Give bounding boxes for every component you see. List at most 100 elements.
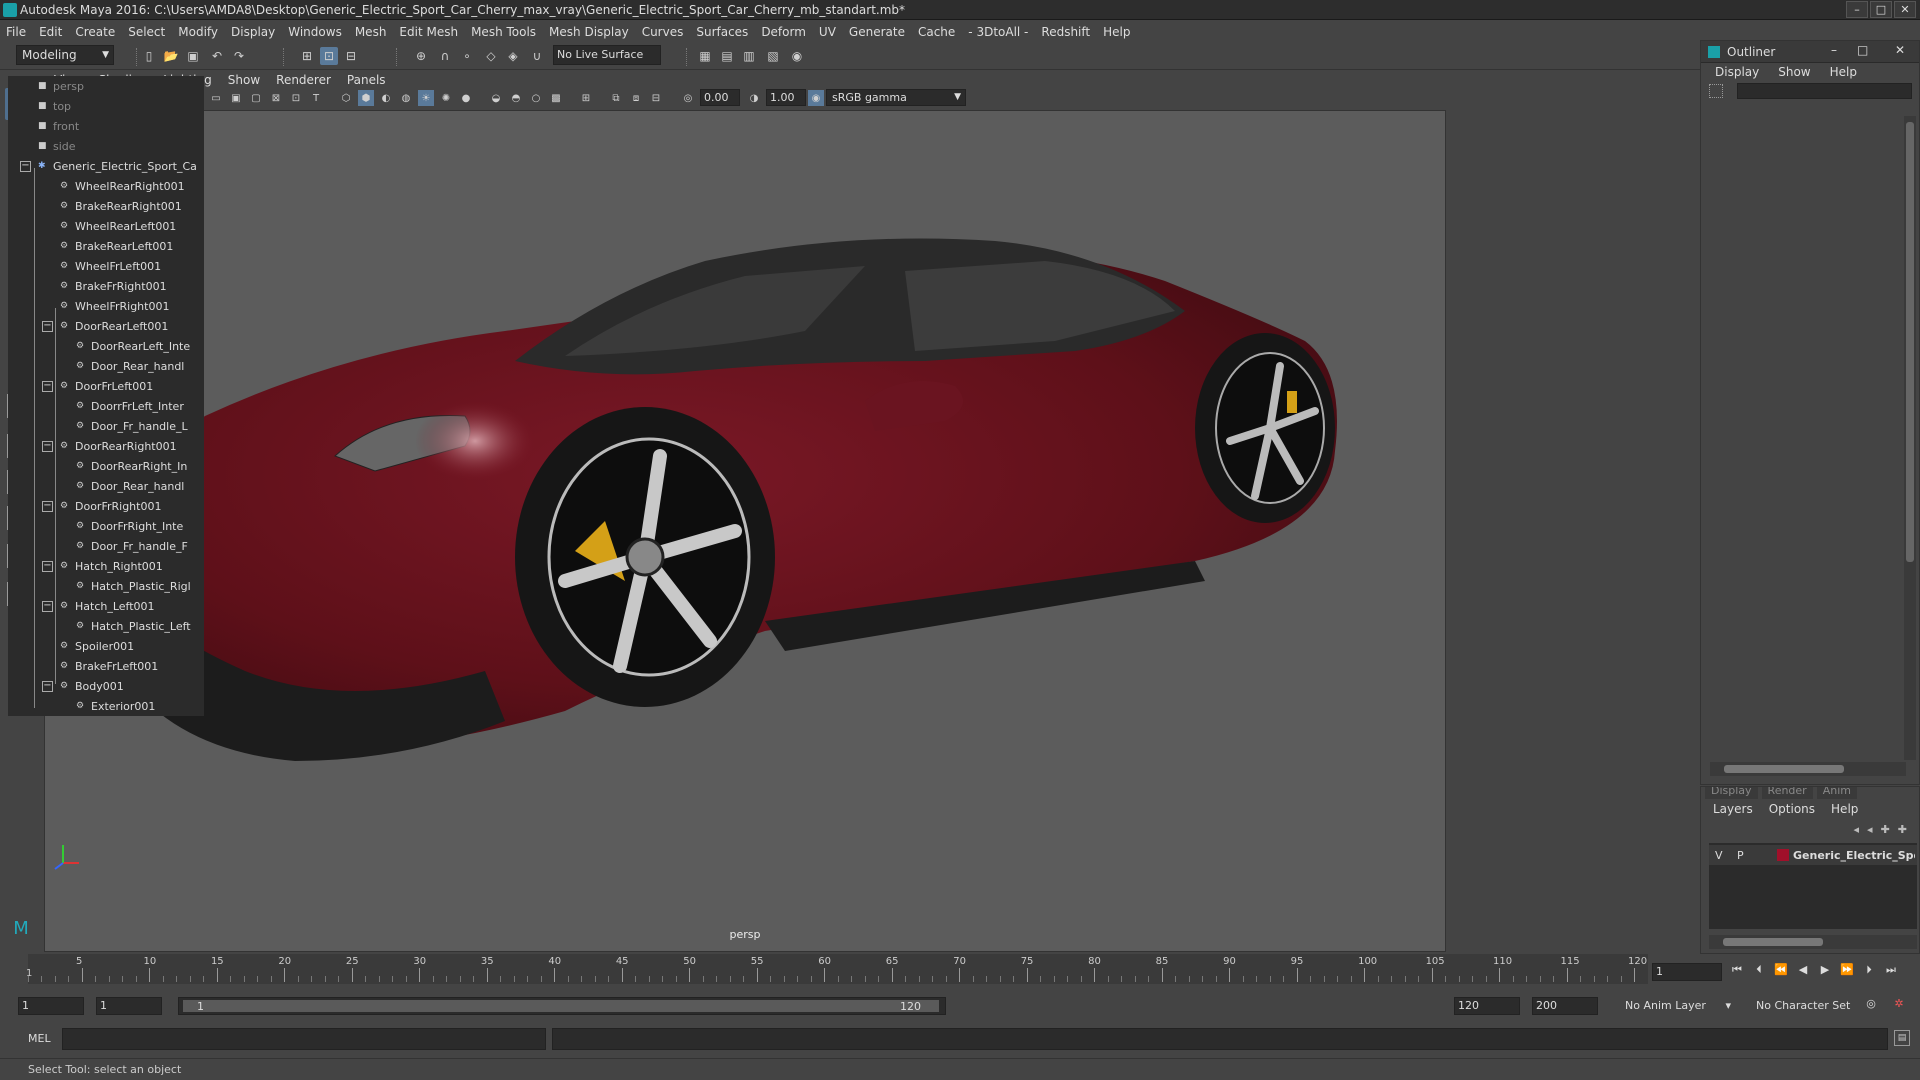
- outliner-minimize-button[interactable]: –: [1831, 43, 1837, 57]
- menu-redshift[interactable]: Redshift: [1041, 25, 1090, 39]
- safe-action-icon[interactable]: ⊡: [288, 90, 304, 106]
- outliner-item[interactable]: ⚙ WheelRearRight001: [8, 176, 204, 196]
- open-scene-icon[interactable]: 📂: [162, 47, 180, 65]
- move-layer-up-icon[interactable]: ◂: [1854, 823, 1860, 836]
- snap-curve-icon[interactable]: ∩: [436, 47, 454, 65]
- outliner-menu-show[interactable]: Show: [1778, 65, 1810, 79]
- menu-uv[interactable]: UV: [819, 25, 836, 39]
- field-chart-icon[interactable]: ⊠: [268, 90, 284, 106]
- command-input[interactable]: [62, 1028, 546, 1050]
- outliner-item[interactable]: ⚙ DoorrFrLeft_Inter: [8, 396, 204, 416]
- collapse-toggle-icon[interactable]: −: [42, 501, 53, 512]
- play-backwards-icon[interactable]: ◀: [1794, 963, 1812, 979]
- save-scene-icon[interactable]: ▣: [184, 47, 202, 65]
- select-component-icon[interactable]: ⊟: [342, 47, 360, 65]
- outliner-item[interactable]: ⚙ BrakeFrRight001: [8, 276, 204, 296]
- outliner-item[interactable]: ■ top: [8, 96, 204, 116]
- outliner-item[interactable]: − ⚙ DoorRearRight001: [8, 436, 204, 456]
- mode-selector[interactable]: Modeling ▼: [16, 45, 114, 65]
- collapse-toggle-icon[interactable]: −: [42, 441, 53, 452]
- close-button[interactable]: ✕: [1894, 1, 1916, 18]
- collapse-toggle-icon[interactable]: −: [42, 601, 53, 612]
- step-forward-frame-icon[interactable]: ⏩: [1838, 963, 1856, 979]
- outliner-item[interactable]: ⚙ BrakeRearRight001: [8, 196, 204, 216]
- film-gate-icon[interactable]: ▭: [208, 90, 224, 106]
- layer-name[interactable]: Generic_Electric_Sport_: [1793, 849, 1915, 862]
- screen-space-ao-icon[interactable]: ●: [458, 90, 474, 106]
- current-frame-field[interactable]: 1: [1652, 963, 1722, 981]
- undo-icon[interactable]: ↶: [208, 47, 226, 65]
- outliner-item[interactable]: ⚙ Hatch_Plastic_Rigl: [8, 576, 204, 596]
- menu-generate[interactable]: Generate: [849, 25, 905, 39]
- menu-mesh-display[interactable]: Mesh Display: [549, 25, 629, 39]
- layer-menu-layers[interactable]: Layers: [1713, 802, 1753, 816]
- layer-tab-render[interactable]: Render: [1761, 787, 1813, 799]
- outliner-item[interactable]: − ⚙ DoorRearLeft001: [8, 316, 204, 336]
- use-all-lights-icon[interactable]: ☀: [418, 90, 434, 106]
- collapse-toggle-icon[interactable]: −: [42, 321, 53, 332]
- animation-prefs-icon[interactable]: ✲: [1890, 997, 1908, 1013]
- snap-view-plane-icon[interactable]: ◇: [482, 47, 500, 65]
- outliner-item[interactable]: ⚙ WheelRearLeft001: [8, 216, 204, 236]
- command-language-label[interactable]: MEL: [28, 1032, 51, 1045]
- outliner-item[interactable]: ⚙ DoorRearRight_In: [8, 456, 204, 476]
- xray-components-icon[interactable]: ⧈: [628, 90, 644, 106]
- outliner-item[interactable]: ■ side: [8, 136, 204, 156]
- playback-start-field[interactable]: 1: [96, 997, 162, 1015]
- textured-icon[interactable]: ◍: [398, 90, 414, 106]
- layer-tab-anim[interactable]: Anim: [1816, 787, 1857, 799]
- outliner-item[interactable]: ⚙ Door_Fr_handle_L: [8, 416, 204, 436]
- panel-menu-panels[interactable]: Panels: [347, 73, 386, 87]
- menu-curves[interactable]: Curves: [642, 25, 684, 39]
- gamma-icon[interactable]: ◑: [746, 90, 762, 106]
- outliner-filter-input[interactable]: [1737, 83, 1912, 99]
- outliner-item[interactable]: ■ front: [8, 116, 204, 136]
- outliner-item[interactable]: ⚙ WheelFrRight001: [8, 296, 204, 316]
- make-live-icon[interactable]: ∪: [528, 47, 546, 65]
- menu-surfaces[interactable]: Surfaces: [696, 25, 748, 39]
- outliner-item[interactable]: ⚙ DoorFrRight_Inte: [8, 516, 204, 536]
- gate-mask-icon[interactable]: ▢: [248, 90, 264, 106]
- menu-display[interactable]: Display: [231, 25, 275, 39]
- collapse-toggle-icon[interactable]: −: [42, 561, 53, 572]
- step-back-key-icon[interactable]: ⏴: [1750, 963, 1768, 979]
- render-view-icon[interactable]: ▧: [764, 47, 782, 65]
- outliner-item[interactable]: ⚙ WheelFrLeft001: [8, 256, 204, 276]
- render-settings-icon[interactable]: ▦: [696, 47, 714, 65]
- menu-3dtoall[interactable]: - 3DtoAll -: [968, 25, 1028, 39]
- hypershade-icon[interactable]: ◉: [788, 47, 806, 65]
- maximize-button[interactable]: □: [1870, 1, 1892, 18]
- wireframe-icon[interactable]: ⬡: [338, 90, 354, 106]
- redo-icon[interactable]: ↷: [230, 47, 248, 65]
- outliner-item[interactable]: − ⚙ Hatch_Left001: [8, 596, 204, 616]
- wireframe-on-shaded-icon[interactable]: ◐: [378, 90, 394, 106]
- smooth-shade-icon[interactable]: ⬢: [358, 90, 374, 106]
- layer-menu-options[interactable]: Options: [1769, 802, 1815, 816]
- move-layer-down-icon[interactable]: ◂: [1867, 823, 1873, 836]
- collapse-toggle-icon[interactable]: −: [42, 681, 53, 692]
- new-scene-icon[interactable]: ▯: [140, 47, 158, 65]
- outliner-item[interactable]: − ⚙ DoorFrLeft001: [8, 376, 204, 396]
- menu-file[interactable]: File: [6, 25, 26, 39]
- select-hierarchy-icon[interactable]: ⊞: [298, 47, 316, 65]
- shadows-icon[interactable]: ✺: [438, 90, 454, 106]
- outliner-vertical-scrollbar[interactable]: [1904, 116, 1916, 760]
- outliner-close-button[interactable]: ✕: [1895, 43, 1905, 57]
- maya-home-icon[interactable]: M: [5, 912, 37, 944]
- snap-grid-icon[interactable]: ⊕: [412, 47, 430, 65]
- scene-end-field[interactable]: 200: [1532, 997, 1598, 1015]
- character-set-dropdown[interactable]: No Character Set: [1756, 999, 1856, 1012]
- perspective-viewport[interactable]: persp: [44, 110, 1446, 952]
- collapse-toggle-icon[interactable]: −: [42, 381, 53, 392]
- new-layer-selected-icon[interactable]: ✚: [1898, 823, 1907, 836]
- outliner-item[interactable]: ⚙ Door_Fr_handle_F: [8, 536, 204, 556]
- step-forward-key-icon[interactable]: ⏵: [1860, 963, 1878, 979]
- gamma-field[interactable]: 1.00: [766, 89, 806, 106]
- panel-menu-renderer[interactable]: Renderer: [276, 73, 331, 87]
- outliner-item[interactable]: − ⚙ Hatch_Right001: [8, 556, 204, 576]
- menu-select[interactable]: Select: [128, 25, 165, 39]
- outliner-item[interactable]: ⚙ Spoiler001: [8, 636, 204, 656]
- outliner-item[interactable]: − ⚙ Body001: [8, 676, 204, 696]
- scene-start-field[interactable]: 1: [18, 997, 84, 1015]
- menu-create[interactable]: Create: [75, 25, 115, 39]
